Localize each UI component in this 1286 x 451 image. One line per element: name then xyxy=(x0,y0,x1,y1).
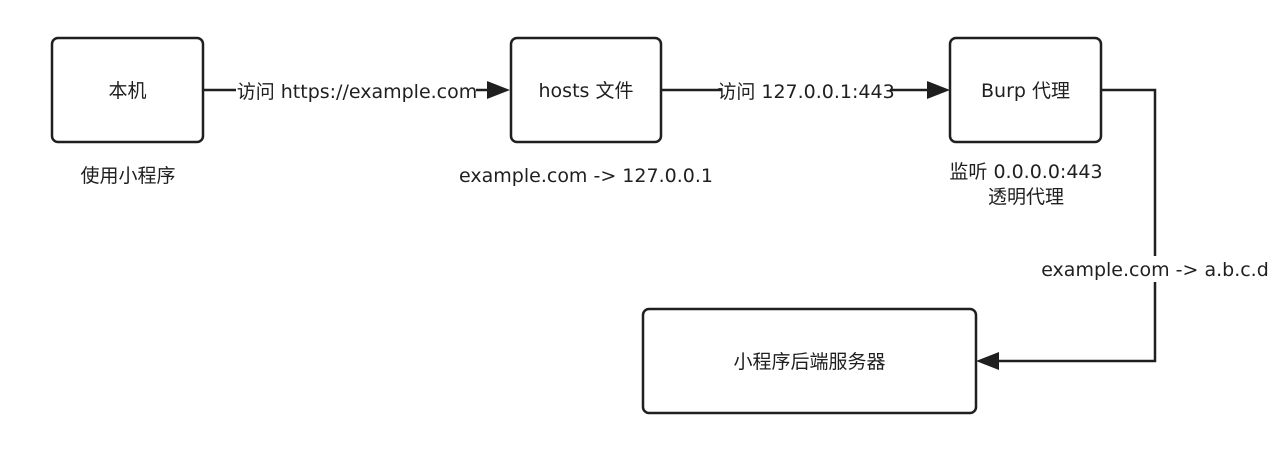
flow-diagram: 访问 https://example.com 访问 127.0.0.1:443 … xyxy=(50,36,1270,415)
caption-burp-transparent: 透明代理 xyxy=(988,186,1064,208)
edge-local-to-hosts: 访问 https://example.com xyxy=(203,78,510,104)
edge-hosts-to-burp: 访问 127.0.0.1:443 xyxy=(661,78,950,104)
edge-label-burp-to-server: example.com -> a.b.c.d xyxy=(1041,259,1269,281)
caption-burp-listen: 监听 0.0.0.0:443 xyxy=(949,161,1102,183)
node-hosts: hosts 文件 xyxy=(509,36,663,144)
arrowhead-right xyxy=(927,81,950,99)
node-server: 小程序后端服务器 xyxy=(641,307,978,415)
node-hosts-label: hosts 文件 xyxy=(539,80,634,102)
caption-hosts: example.com -> 127.0.0.1 xyxy=(459,165,713,187)
node-local: 本机 xyxy=(50,36,205,144)
edge-label-hosts-to-burp: 访问 127.0.0.1:443 xyxy=(717,81,894,103)
node-server-label: 小程序后端服务器 xyxy=(733,351,885,373)
caption-local: 使用小程序 xyxy=(80,165,175,187)
arrowhead-left xyxy=(976,352,999,370)
node-burp-label: Burp 代理 xyxy=(981,80,1070,102)
node-local-label: 本机 xyxy=(108,80,146,102)
edge-label-local-to-hosts: 访问 https://example.com xyxy=(237,81,478,103)
arrowhead-right xyxy=(487,81,510,99)
node-burp: Burp 代理 xyxy=(948,36,1103,144)
